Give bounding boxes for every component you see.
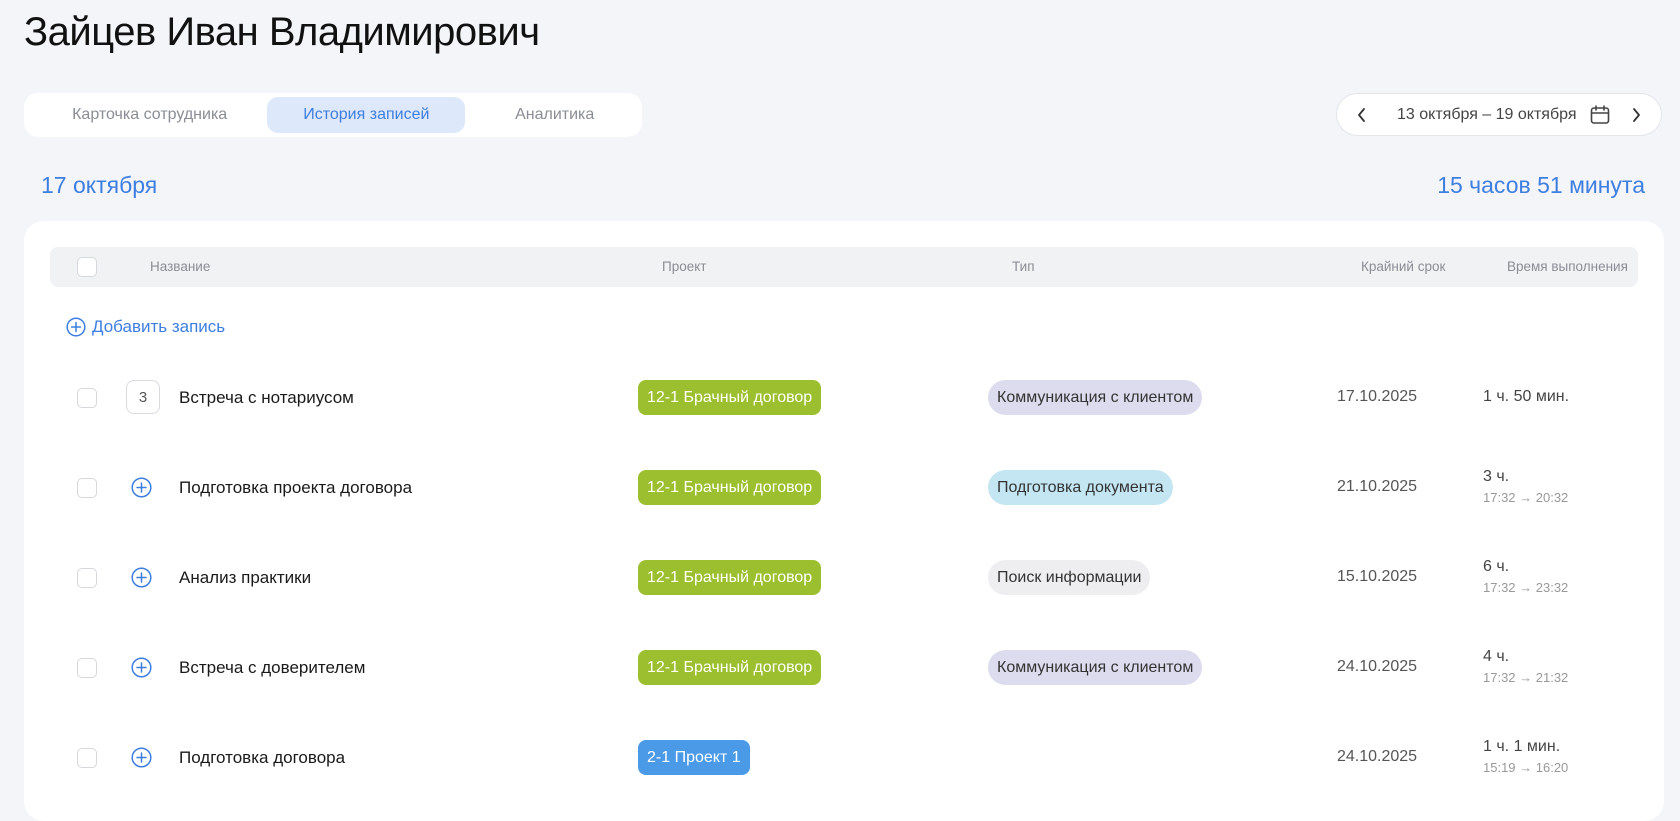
column-type: Тип [1012, 259, 1035, 274]
tab-analytics[interactable]: Аналитика [471, 97, 638, 133]
plus-circle-icon [131, 747, 152, 768]
column-name: Название [150, 259, 211, 274]
duration: 4 ч. [1483, 648, 1510, 665]
add-entry-button[interactable]: Добавить запись [66, 317, 225, 337]
page-title: Зайцев Иван Владимирович [24, 10, 540, 54]
table-row[interactable]: Встреча с доверителем 12-1 Брачный догов… [24, 624, 1664, 714]
table-row[interactable]: Подготовка проекта договора 12-1 Брачный… [24, 444, 1664, 534]
project-badge: 12-1 Брачный договор [638, 470, 822, 505]
time-span: 15:19 → 16:20 [1483, 760, 1569, 775]
add-subtask-button[interactable] [131, 477, 152, 503]
tab-bar: Карточка сотрудника История записей Анал… [24, 93, 642, 137]
row-checkbox[interactable] [77, 388, 97, 408]
table-row[interactable]: Подготовка договора 2-1 Проект 1 24.10.2… [24, 714, 1664, 804]
plus-circle-icon [131, 567, 152, 588]
row-checkbox[interactable] [77, 658, 97, 678]
type-badge: Подготовка документа [988, 470, 1173, 505]
day-date: 17 октября [41, 172, 158, 198]
project-badge: 12-1 Брачный договор [638, 650, 822, 685]
add-subtask-button[interactable] [131, 657, 152, 683]
subtask-count[interactable]: 3 [126, 380, 160, 414]
duration: 3 ч. [1483, 468, 1510, 485]
project-badge: 12-1 Брачный договор [638, 560, 822, 595]
column-duration: Время выполнения [1507, 259, 1628, 274]
table-row[interactable]: Анализ практики 12-1 Брачный договор Пои… [24, 534, 1664, 624]
chevron-left-icon [1358, 107, 1365, 122]
day-total-time: 15 часов 51 минута [1437, 172, 1645, 198]
project-badge: 2-1 Проект 1 [638, 740, 750, 775]
add-entry-label: Добавить запись [92, 317, 226, 336]
chevron-right-icon [1633, 107, 1640, 122]
plus-circle-icon [131, 477, 152, 498]
add-subtask-button[interactable] [131, 567, 152, 593]
select-all-checkbox[interactable] [77, 257, 97, 277]
entry-name: Анализ практики [179, 568, 312, 587]
type-badge: Поиск информации [988, 560, 1151, 595]
entry-name: Подготовка проекта договора [179, 478, 413, 497]
entry-name: Подготовка договора [179, 748, 346, 767]
type-badge: Коммуникация с клиентом [988, 380, 1203, 415]
tab-history[interactable]: История записей [267, 97, 466, 133]
tab-employee-card[interactable]: Карточка сотрудника [32, 97, 267, 133]
column-deadline: Крайний срок [1361, 259, 1446, 274]
plus-circle-icon [66, 317, 86, 337]
row-checkbox[interactable] [77, 478, 97, 498]
table-header: Название Проект Тип Крайний срок Время в… [50, 247, 1638, 287]
row-checkbox[interactable] [77, 568, 97, 588]
type-badge: Коммуникация с клиентом [988, 650, 1203, 685]
calendar-icon [1590, 104, 1609, 124]
next-week-button[interactable] [1611, 94, 1661, 135]
plus-circle-icon [131, 657, 152, 678]
entry-name: Встреча с доверителем [179, 658, 366, 677]
week-navigator: 13 октября – 19 октября [1336, 93, 1662, 136]
time-span: 17:32 → 23:32 [1483, 580, 1569, 595]
time-span: 17:32 → 20:32 [1483, 490, 1569, 505]
duration: 1 ч. 50 мин. [1483, 388, 1570, 405]
duration: 1 ч. 1 мин. [1483, 738, 1561, 755]
entry-name: Встреча с нотариусом [179, 388, 354, 407]
project-badge: 12-1 Брачный договор [638, 380, 822, 415]
row-checkbox[interactable] [77, 748, 97, 768]
prev-week-button[interactable] [1337, 94, 1387, 135]
time-span: 17:32 → 21:32 [1483, 670, 1569, 685]
calendar-button[interactable] [1589, 104, 1611, 126]
deadline: 24.10.2025 [1337, 748, 1418, 765]
deadline: 24.10.2025 [1337, 658, 1418, 675]
deadline: 17.10.2025 [1337, 388, 1418, 405]
column-project: Проект [662, 259, 707, 274]
table-row[interactable]: 3 Встреча с нотариусом 12-1 Брачный дого… [24, 354, 1664, 444]
deadline: 15.10.2025 [1337, 568, 1418, 585]
entries-card: Название Проект Тип Крайний срок Время в… [24, 221, 1664, 821]
week-range: 13 октября – 19 октября [1397, 105, 1577, 123]
deadline: 21.10.2025 [1337, 478, 1418, 495]
add-subtask-button[interactable] [131, 747, 152, 773]
duration: 6 ч. [1483, 558, 1510, 575]
